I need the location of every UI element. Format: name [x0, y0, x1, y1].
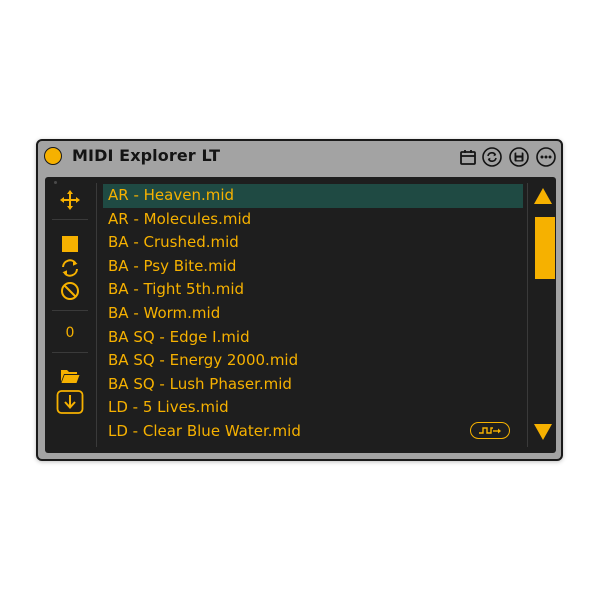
- more-icon[interactable]: [536, 147, 556, 167]
- midi-wave-icon: [479, 426, 501, 434]
- open-folder-button[interactable]: [54, 363, 86, 389]
- counter-display[interactable]: 0: [54, 320, 86, 346]
- device-title: MIDI Explorer LT: [72, 146, 221, 165]
- device-power-toggle[interactable]: [44, 147, 62, 165]
- clear-icon: [61, 282, 79, 300]
- list-item[interactable]: LD - Clear Blue Water.mid: [103, 420, 523, 444]
- list-item[interactable]: AR - Molecules.mid: [103, 208, 523, 232]
- counter-value: 0: [65, 325, 75, 341]
- browser-panel: 0 AR - Heaven.mid AR - Molecules.mid BA …: [45, 177, 556, 453]
- sync-icon[interactable]: [482, 147, 502, 167]
- sidebar: 0: [45, 177, 95, 453]
- move-icon: [60, 190, 80, 210]
- device-titlebar: MIDI Explorer LT: [38, 141, 561, 173]
- scrollbar-thumb[interactable]: [535, 217, 555, 279]
- loop-icon: [62, 259, 78, 277]
- scrollbar-separator: [527, 183, 528, 447]
- list-item[interactable]: BA - Tight 5th.mid: [103, 278, 523, 302]
- list-item[interactable]: BA - Worm.mid: [103, 302, 523, 326]
- folder-icon: [61, 370, 80, 383]
- download-icon: [56, 390, 84, 414]
- download-button[interactable]: [54, 389, 86, 415]
- sidebar-separator: [96, 183, 97, 447]
- midi-file-list[interactable]: AR - Heaven.mid AR - Molecules.mid BA - Cr…: [103, 184, 523, 446]
- scroll-down-arrow-icon[interactable]: [533, 423, 553, 441]
- list-item[interactable]: BA SQ - Energy 2000.mid: [103, 349, 523, 373]
- clear-button[interactable]: [54, 278, 86, 304]
- sidebar-divider: [52, 310, 88, 311]
- move-button[interactable]: [54, 187, 86, 213]
- list-item[interactable]: BA - Crushed.mid: [103, 231, 523, 255]
- midi-output-button[interactable]: [470, 422, 510, 439]
- list-item[interactable]: BA SQ - Lush Phaser.mid: [103, 373, 523, 397]
- list-item-selected[interactable]: AR - Heaven.mid: [103, 184, 523, 208]
- scroll-up-arrow-icon[interactable]: [533, 187, 553, 205]
- save-icon[interactable]: [509, 147, 529, 167]
- midi-explorer-device: MIDI Explorer LT 0 AR - Heaven.mid AR - …: [36, 139, 563, 461]
- calendar-icon[interactable]: [458, 147, 478, 167]
- list-item[interactable]: BA SQ - Edge I.mid: [103, 326, 523, 350]
- list-item[interactable]: LD - 5 Lives.mid: [103, 396, 523, 420]
- stop-button[interactable]: [54, 231, 86, 257]
- scrollbar[interactable]: [530, 177, 556, 453]
- sidebar-divider: [52, 219, 88, 220]
- list-item[interactable]: BA - Psy Bite.mid: [103, 255, 523, 279]
- stop-icon: [62, 236, 78, 252]
- sidebar-divider: [52, 352, 88, 353]
